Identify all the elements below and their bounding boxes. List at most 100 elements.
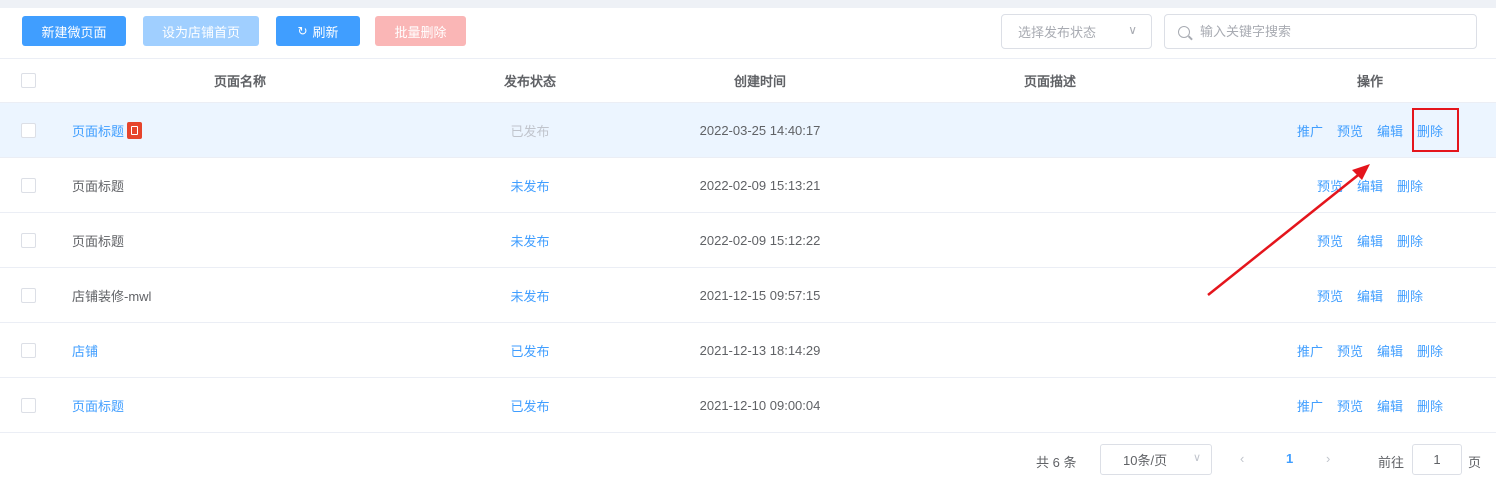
status-text: 未发布: [510, 288, 550, 304]
chevron-down-icon: ∨: [1192, 452, 1201, 464]
page-name-text: 页面标题: [72, 233, 125, 249]
page-number[interactable]: 1: [1286, 451, 1293, 466]
batch-delete-button[interactable]: 批量删除: [375, 16, 466, 46]
ops-cell: 推广 预览 编辑 删除: [1260, 103, 1480, 157]
search-box[interactable]: [1164, 14, 1477, 49]
created-time: 2022-02-09 15:13:21: [699, 177, 821, 193]
refresh-icon: ↻: [297, 24, 308, 38]
next-page-icon[interactable]: ›: [1326, 451, 1330, 466]
page-name-link[interactable]: 店铺: [72, 341, 98, 360]
row-checkbox[interactable]: [21, 287, 36, 303]
row-check-cell: [21, 268, 36, 322]
edit-link[interactable]: 编辑: [1377, 341, 1403, 360]
table-header: 页面名称 发布状态 创建时间 页面描述 操作: [0, 58, 1496, 103]
promote-link[interactable]: 推广: [1297, 121, 1323, 140]
preview-link[interactable]: 预览: [1317, 176, 1343, 195]
name-cell: 店铺: [72, 323, 98, 377]
created-time: 2021-12-10 09:00:04: [699, 397, 821, 413]
delete-link[interactable]: 删除: [1397, 176, 1423, 195]
chevron-down-icon: ∨: [1128, 23, 1137, 37]
search-input[interactable]: [1200, 24, 1460, 39]
homepage-icon: [127, 121, 143, 139]
page-name-link[interactable]: 页面标题: [72, 121, 124, 140]
delete-link[interactable]: 删除: [1417, 396, 1443, 415]
status-text: 未发布: [510, 233, 550, 249]
pagination: 共 6 条 10条/页 ∨ ‹ 1 › 前往 1 页: [0, 437, 1496, 479]
select-all-cell: [21, 59, 36, 102]
created-time: 2022-03-25 14:40:17: [699, 122, 821, 138]
table-row: 店铺装修-mwl 未发布 2021-12-15 09:57:15 预览 编辑 删…: [0, 268, 1496, 323]
page-name-link[interactable]: 页面标题: [72, 396, 124, 415]
delete-link[interactable]: 删除: [1417, 121, 1443, 140]
pages-table: 页面名称 发布状态 创建时间 页面描述 操作 页面标题 已发布 2022-03-…: [0, 58, 1496, 433]
header-ops: 操作: [1356, 74, 1383, 89]
ops-cell: 预览 编辑 删除: [1260, 268, 1480, 322]
top-strip: [0, 0, 1496, 8]
row-check-cell: [21, 213, 36, 267]
row-checkbox[interactable]: [21, 342, 36, 358]
status-text: 未发布: [510, 178, 550, 194]
page-name-text: 店铺装修-mwl: [72, 288, 152, 304]
page-size-value: 10条/页: [1123, 453, 1168, 468]
created-time: 2022-02-09 15:12:22: [699, 232, 821, 248]
status-text: 已发布: [510, 123, 550, 139]
row-checkbox[interactable]: [21, 232, 36, 248]
preview-link[interactable]: 预览: [1337, 341, 1363, 360]
set-home-button[interactable]: 设为店铺首页: [143, 16, 259, 46]
created-time: 2021-12-13 18:14:29: [699, 342, 821, 358]
page-name-text: 页面标题: [72, 178, 125, 194]
ops-cell: 预览 编辑 删除: [1260, 213, 1480, 267]
row-check-cell: [21, 158, 36, 212]
status-select-placeholder: 选择发布状态: [1018, 25, 1097, 40]
goto-page-input[interactable]: 1: [1412, 444, 1462, 475]
edit-link[interactable]: 编辑: [1377, 396, 1403, 415]
table-row: 店铺 已发布 2021-12-13 18:14:29 推广 预览 编辑 删除: [0, 323, 1496, 378]
status-select[interactable]: 选择发布状态 ∨: [1001, 14, 1152, 49]
new-page-button[interactable]: 新建微页面: [22, 16, 126, 46]
page-size-select[interactable]: 10条/页 ∨: [1100, 444, 1212, 475]
ops-cell: 预览 编辑 删除: [1260, 158, 1480, 212]
header-created: 创建时间: [733, 74, 786, 89]
pagination-total: 共 6 条: [1036, 455, 1077, 470]
name-cell: 页面标题: [72, 378, 124, 432]
promote-link[interactable]: 推广: [1297, 341, 1323, 360]
edit-link[interactable]: 编辑: [1357, 286, 1383, 305]
header-desc: 页面描述: [1023, 74, 1076, 89]
status-text: 已发布: [510, 398, 550, 414]
goto-label: 前往: [1378, 455, 1405, 470]
row-check-cell: [21, 378, 36, 432]
status-text: 已发布: [510, 343, 550, 359]
new-page-label: 新建微页面: [41, 24, 107, 40]
table-row: 页面标题 已发布 2021-12-10 09:00:04 推广 预览 编辑 删除: [0, 378, 1496, 433]
table-row: 页面标题 已发布 2022-03-25 14:40:17 推广 预览 编辑 删除: [0, 103, 1496, 158]
select-all-checkbox[interactable]: [21, 73, 36, 88]
page-unit-label: 页: [1468, 455, 1482, 470]
row-checkbox[interactable]: [21, 397, 36, 413]
delete-link[interactable]: 删除: [1397, 231, 1423, 250]
preview-link[interactable]: 预览: [1317, 286, 1343, 305]
row-checkbox[interactable]: [21, 122, 36, 138]
row-check-cell: [21, 103, 36, 157]
search-icon: [1178, 25, 1190, 38]
refresh-label: 刷新: [312, 24, 339, 40]
prev-page-icon[interactable]: ‹: [1240, 451, 1244, 466]
row-check-cell: [21, 323, 36, 377]
set-home-label: 设为店铺首页: [161, 24, 240, 40]
row-checkbox[interactable]: [21, 177, 36, 193]
edit-link[interactable]: 编辑: [1377, 121, 1403, 140]
delete-link[interactable]: 删除: [1397, 286, 1423, 305]
edit-link[interactable]: 编辑: [1357, 231, 1383, 250]
batch-delete-label: 批量删除: [394, 24, 447, 40]
ops-cell: 推广 预览 编辑 删除: [1260, 378, 1480, 432]
refresh-button[interactable]: ↻ 刷新: [276, 16, 360, 46]
preview-link[interactable]: 预览: [1337, 121, 1363, 140]
name-cell: 页面标题: [72, 103, 143, 157]
preview-link[interactable]: 预览: [1337, 396, 1363, 415]
promote-link[interactable]: 推广: [1297, 396, 1323, 415]
table-row: 页面标题 未发布 2022-02-09 15:12:22 预览 编辑 删除: [0, 213, 1496, 268]
header-name: 页面名称: [213, 74, 266, 89]
preview-link[interactable]: 预览: [1317, 231, 1343, 250]
delete-link[interactable]: 删除: [1417, 341, 1443, 360]
table-row: 页面标题 未发布 2022-02-09 15:13:21 预览 编辑 删除: [0, 158, 1496, 213]
edit-link[interactable]: 编辑: [1357, 176, 1383, 195]
